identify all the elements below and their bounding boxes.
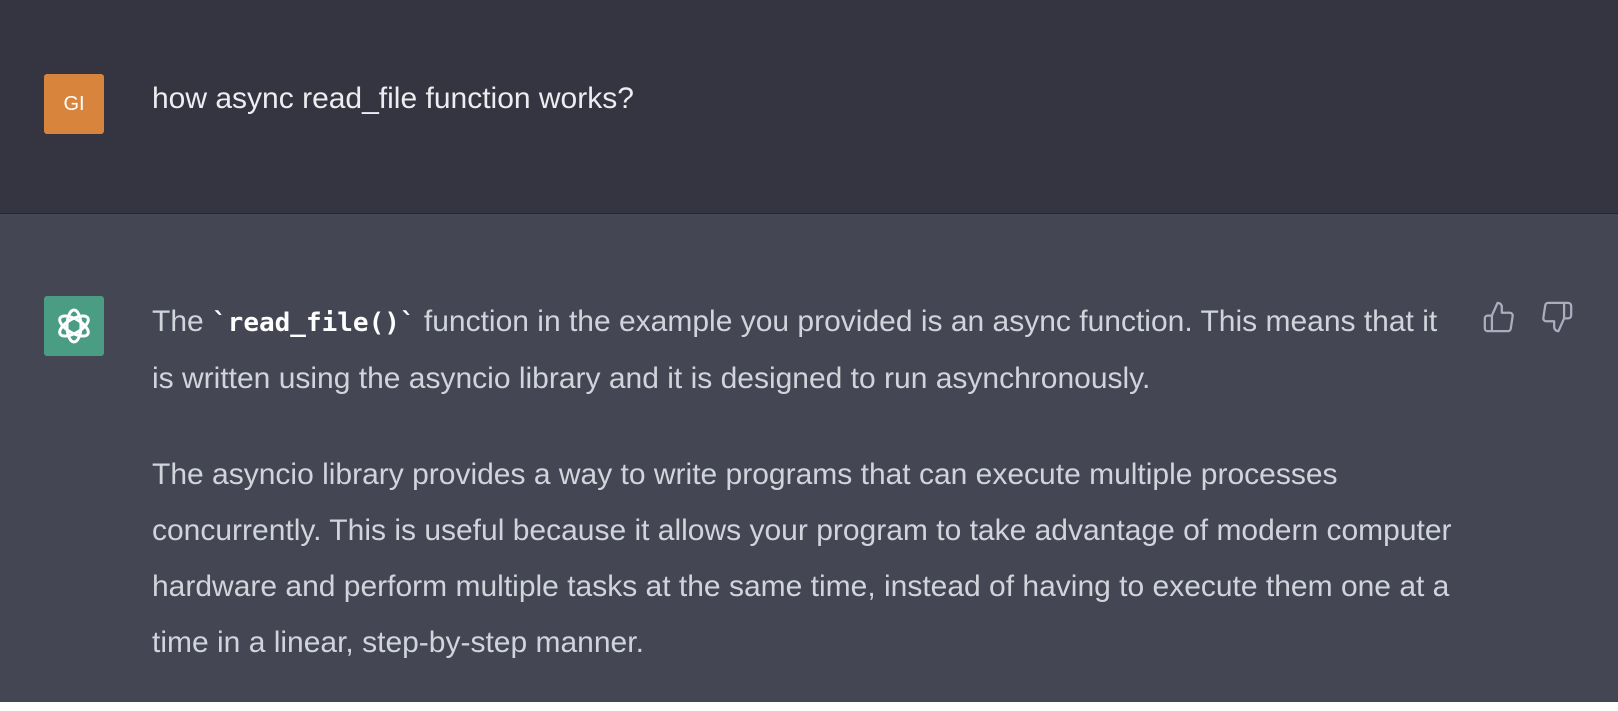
- thumbs-up-icon: [1483, 301, 1514, 333]
- answer-paragraph-2: The asyncio library provides a way to wr…: [152, 458, 1452, 659]
- assistant-message-row: The `read_file()` function in the exampl…: [0, 214, 1618, 702]
- user-avatar-initials: GI: [63, 92, 85, 115]
- user-message-row: GI how async read_file function works?: [0, 0, 1618, 214]
- user-avatar: GI: [44, 74, 104, 134]
- thumbs-down-button[interactable]: [1538, 298, 1576, 336]
- thumbs-up-button[interactable]: [1480, 298, 1518, 336]
- user-message-text: how async read_file function works?: [152, 82, 634, 115]
- thumbs-down-icon: [1542, 301, 1573, 333]
- assistant-message-body: The `read_file()` function in the exampl…: [152, 294, 1452, 711]
- inline-code-read-file: `read_file()`: [212, 308, 416, 338]
- openai-logo-icon: [58, 308, 90, 344]
- assistant-avatar: [44, 296, 104, 356]
- feedback-buttons: [1480, 298, 1576, 336]
- answer-paragraph-1-start: The: [152, 305, 213, 338]
- answer-paragraph-1: The `read_file()` function in the exampl…: [152, 294, 1452, 407]
